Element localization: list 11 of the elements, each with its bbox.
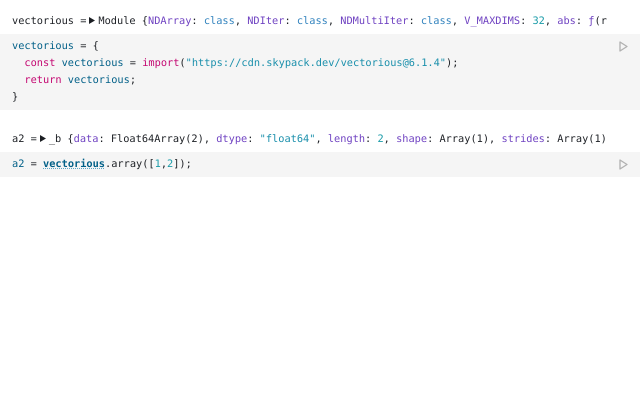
disclosure-triangle-icon[interactable]	[89, 17, 96, 24]
object-preview: _b {data: Float64Array(2), dtype: "float64", length: 2, shape: Array(1), strides: Array(1)	[48, 132, 607, 144]
variable-name: vectorious =	[12, 14, 86, 26]
disclosure-triangle-icon[interactable]	[40, 135, 46, 142]
code-line: a2 = vectorious.array([1,2]);	[12, 157, 193, 172]
code-line: vectorious = {	[12, 39, 100, 54]
code-line: }	[12, 90, 20, 105]
object-preview: Module {NDArray: class, NDIter: class, NDMultiIter: class, V_MAXDIMS: 32, abs: ƒ(r	[98, 14, 607, 26]
code-line: const vectorious = import("https://cdn.skypack.dev/vectorious@6.1.4");	[23, 56, 460, 71]
code-line: return vectorious;	[23, 73, 138, 88]
variable-name: a2 =	[12, 132, 37, 144]
